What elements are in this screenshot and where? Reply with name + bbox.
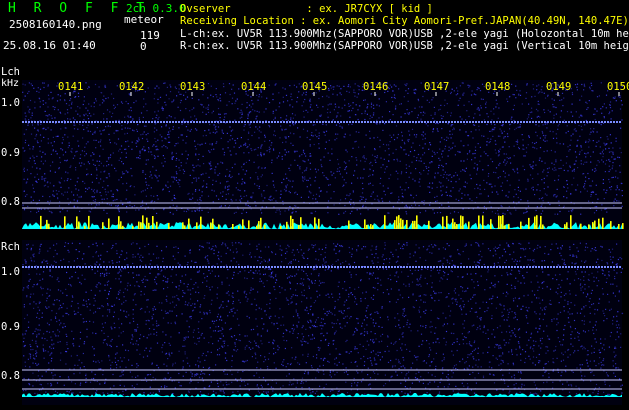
time-tick-label: 0143 [180,81,205,93]
time-tick-label: 0147 [424,81,449,93]
rch-panel: Rch 1.0 0.9 0.8 [1,240,624,405]
spectrogram-display: Lch kHz 1.0 0.9 0.8 0141 0142 0143 0144 0145… [1,66,629,405]
rch-ytick-1: 1.0 [1,266,20,278]
lch-ytick-2: 0.9 [1,147,20,159]
time-tick-label: 0142 [119,81,144,93]
lch-unit-label: kHz [1,78,19,89]
rch-ytick-2: 0.9 [1,321,20,333]
lch-ytick-1: 1.0 [1,97,20,109]
time-tick-label: 0144 [241,81,266,93]
lch-channel-label: Lch [1,66,20,78]
lch-panel: Lch kHz 1.0 0.9 0.8 0141 0142 0143 0144 0145… [1,66,629,230]
time-tick-label: 0150 [607,81,629,93]
rch-channel-label: Rch [1,241,20,253]
time-tick-label: 0148 [485,81,510,93]
lch-ytick-3: 0.8 [1,196,20,208]
time-tick-label: 0146 [363,81,388,93]
rch-ytick-3: 0.8 [1,370,20,382]
time-tick-label: 0145 [302,81,327,93]
time-tick-label: 0149 [546,81,571,93]
time-tick-label: 0141 [58,81,83,93]
